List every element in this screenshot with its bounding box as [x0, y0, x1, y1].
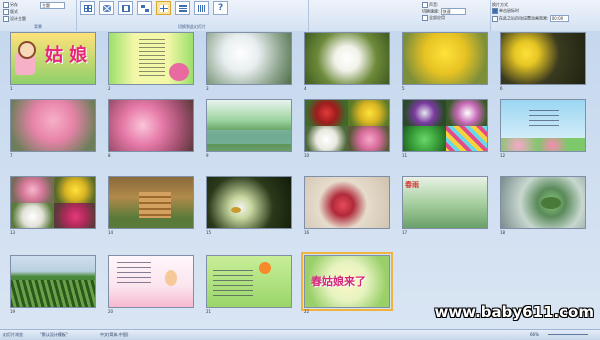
slide-thumbnail-10[interactable] [304, 99, 390, 152]
slide-number: 14 [108, 230, 114, 235]
slide-number: 10 [304, 153, 310, 158]
status-theme: "默认设计模板" [40, 332, 68, 337]
ribbon: 另存 主题 版式 设计主题 背景 ? 切换到此幻灯片 声音: 切换速度: 快速 … [0, 0, 600, 32]
status-bar: 幻灯片浏览 "默认设计模板" 中文(简体,中国) 66% [0, 329, 600, 340]
slide-number: 5 [402, 86, 405, 91]
zoom-level[interactable]: 66% [530, 332, 539, 337]
slide-sorter: 姑 娘 1 2 3 4 5 6 7 8 9 10 11 12 13 14 15 … [0, 31, 600, 329]
slide-number: 12 [500, 153, 506, 158]
slide-thumbnail-7[interactable] [10, 99, 96, 152]
slide-thumbnail-9[interactable] [206, 99, 292, 152]
slide-number: 16 [304, 230, 310, 235]
slide-number: 1 [10, 86, 13, 91]
ribbon-option-1[interactable]: 另存 [3, 2, 18, 8]
slide-number: 20 [108, 309, 114, 314]
slide-thumbnail-11[interactable] [402, 99, 488, 152]
slide-number: 18 [500, 230, 506, 235]
status-view: 幻灯片浏览 [3, 332, 23, 337]
ribbon-field-theme[interactable]: 主题 [40, 2, 65, 9]
slide-thumbnail-6[interactable] [500, 32, 586, 85]
slide-number: 4 [304, 86, 307, 91]
help-icon[interactable]: ? [213, 1, 228, 15]
slide-thumbnail-15[interactable] [206, 176, 292, 229]
auto-after-checkbox[interactable]: 在此之后自动设置动画效果: 00:00 [492, 15, 569, 22]
transition-button-7[interactable] [194, 1, 209, 15]
slide-number: 8 [108, 153, 111, 158]
ribbon-option-3[interactable]: 设计主题 [3, 16, 26, 22]
slide-number: 7 [10, 153, 13, 158]
transition-button-3[interactable] [118, 1, 133, 15]
slide-thumbnail-3[interactable] [206, 32, 292, 85]
slide-number: 13 [10, 230, 16, 235]
slide-17-title: 春雨 [405, 180, 419, 189]
speed-control[interactable]: 切换速度: 快速 [422, 8, 466, 15]
slide-thumbnail-18[interactable] [500, 176, 586, 229]
slide-thumbnail-14[interactable] [108, 176, 194, 229]
ribbon-group-label-left: 背景 [34, 24, 42, 29]
watermark: www.baby611.com [434, 303, 594, 321]
slide-thumbnail-5[interactable] [402, 32, 488, 85]
slide-number: 15 [206, 230, 212, 235]
slide-number: 19 [10, 309, 16, 314]
ribbon-group-options: 另存 主题 版式 设计主题 背景 [0, 0, 77, 31]
slide-thumbnail-21[interactable] [206, 255, 292, 308]
slide-1-title: 姑 娘 [45, 45, 88, 66]
slide-number: 17 [402, 230, 408, 235]
slide-number: 9 [206, 153, 209, 158]
slide-thumbnail-19[interactable] [10, 255, 96, 308]
slide-thumbnail-13[interactable] [10, 176, 96, 229]
slide-number: 6 [500, 86, 503, 91]
slide-22-title: 春姑娘来了 [311, 275, 366, 288]
slide-number: 11 [402, 153, 408, 158]
slide-thumbnail-1[interactable]: 姑 娘 [10, 32, 96, 85]
transition-button-2[interactable] [99, 1, 114, 15]
slide-thumbnail-16[interactable] [304, 176, 390, 229]
slide-number: 3 [206, 86, 209, 91]
ribbon-group-advance: 换片方式 单击鼠标时 在此之后自动设置动画效果: 00:00 [490, 0, 600, 31]
on-click-checkbox[interactable]: 单击鼠标时 [492, 8, 519, 14]
slide-thumbnail-8[interactable] [108, 99, 194, 152]
ribbon-group-label-center: 切换到此幻灯片 [178, 24, 206, 29]
slide-thumbnail-2[interactable] [108, 32, 194, 85]
slide-number: 21 [206, 309, 212, 314]
slide-thumbnail-17[interactable]: 春雨 [402, 176, 488, 229]
slide-thumbnail-22[interactable]: 春姑娘来了 [304, 255, 390, 308]
ribbon-option-2[interactable]: 版式 [3, 9, 18, 15]
slide-thumbnail-4[interactable] [304, 32, 390, 85]
zoom-slider[interactable] [548, 334, 588, 335]
transition-button-5[interactable] [156, 1, 171, 15]
transition-button-4[interactable] [137, 1, 152, 15]
ribbon-group-speed: 声音: 切换速度: 快速 全部应用 [420, 0, 491, 31]
slide-number: 22 [304, 309, 310, 314]
ribbon-group-transitions: ? 切换到此幻灯片 [76, 0, 309, 31]
slide-thumbnail-12[interactable] [500, 99, 586, 152]
transition-button-1[interactable] [80, 1, 95, 15]
status-lang: 中文(简体,中国) [100, 332, 129, 337]
apply-all-button[interactable]: 全部应用 [422, 15, 445, 21]
transition-button-6[interactable] [175, 1, 190, 15]
slide-thumbnail-20[interactable] [108, 255, 194, 308]
slide-number: 2 [108, 86, 111, 91]
